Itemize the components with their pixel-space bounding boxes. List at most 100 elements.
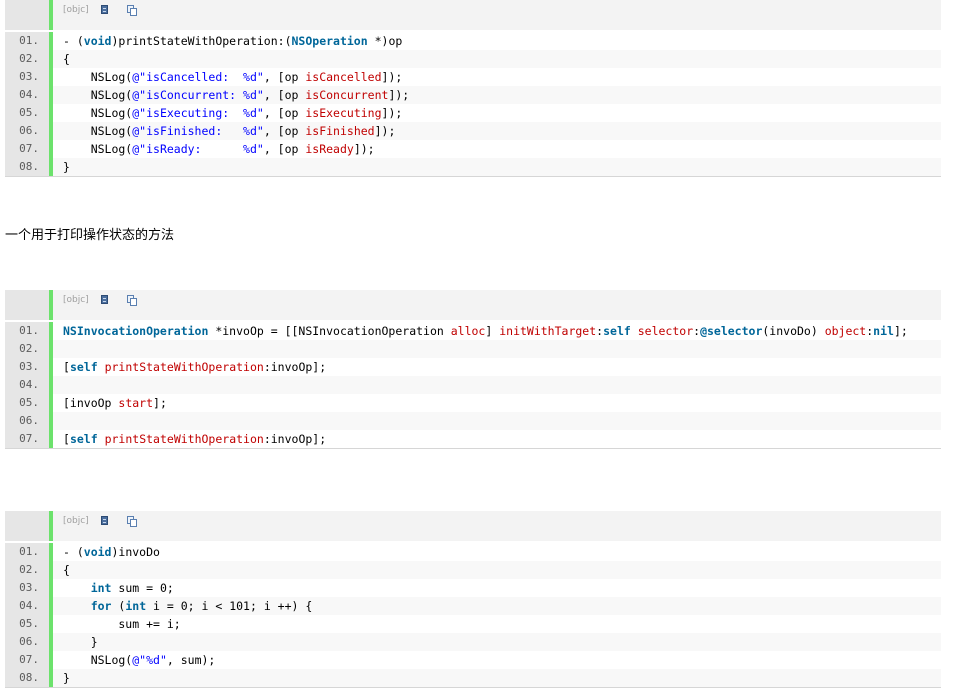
code-token: start (118, 396, 154, 410)
code-token: ]; (153, 396, 167, 410)
code-text: for (int i = 0; i < 101; i ++) { (53, 597, 941, 615)
code-line: 05. [invoOp start]; (5, 394, 941, 412)
code-token: )invoDo (111, 545, 160, 559)
code-token: sum += i; (63, 617, 181, 631)
gutter-bar (49, 0, 53, 30)
code-line: 08.} (5, 669, 941, 687)
code-token: NSLog( (63, 106, 133, 120)
view-source-icon[interactable] (101, 516, 108, 525)
code-token: :invoOp]; (263, 432, 327, 446)
language-label[interactable]: [objc] (63, 295, 89, 305)
code-token: } (63, 671, 70, 685)
code-text: NSLog(@"isFinished: %d", [op isFinished]… (53, 122, 941, 140)
code-text: NSLog(@"isExecuting: %d", [op isExecutin… (53, 104, 941, 122)
code-line: 07. [self printStateWithOperation:invoOp]… (5, 430, 941, 448)
code-token: ]); (381, 70, 403, 84)
code-text: { (53, 50, 941, 68)
copy-icon[interactable] (127, 5, 138, 16)
line-number: 06. (5, 633, 53, 651)
code-token: self (69, 360, 98, 374)
line-number: 02. (5, 50, 53, 68)
code-token: int (90, 581, 112, 595)
code-token: @"isExecuting: %d" (132, 106, 264, 120)
language-label[interactable]: [objc] (63, 516, 89, 526)
code-token: alloc (450, 324, 486, 338)
line-number: 01. (5, 32, 53, 50)
code-block-2: [objc] 01. NSInvocationOperation *invoOp … (5, 290, 941, 449)
caption-text: 一个用于打印操作状态的方法 (5, 228, 175, 243)
code-toolbar: [objc] (5, 290, 941, 320)
code-token: NSLog( (63, 653, 133, 667)
line-number: 01. (5, 543, 53, 561)
code-token: for (90, 599, 112, 613)
code-token: ( (111, 599, 126, 613)
line-number: 08. (5, 669, 53, 687)
code-line: 01. - (void)printStateWithOperation:(NSOp… (5, 32, 941, 50)
code-toolbar: [objc] (5, 511, 941, 541)
code-token: { (63, 563, 70, 577)
code-toolbar: [objc] (5, 0, 941, 30)
line-number: 03. (5, 358, 53, 376)
code-line: 05. sum += i; (5, 615, 941, 633)
code-token: ]); (388, 88, 410, 102)
code-text: NSLog(@"isCancelled: %d", [op isCancelle… (53, 68, 941, 86)
code-text: [self printStateWithOperation:invoOp]; (53, 358, 941, 376)
line-number: 07. (5, 651, 53, 669)
code-token: , [op (263, 106, 306, 120)
code-line: 07. NSLog(@"%d", sum); (5, 651, 941, 669)
language-label[interactable]: [objc] (63, 5, 89, 15)
line-number: 05. (5, 104, 53, 122)
code-line: 02. { (5, 561, 941, 579)
code-text: sum += i; (53, 615, 941, 633)
code-text: - (void)printStateWithOperation:(NSOpera… (53, 32, 941, 50)
code-line: 07. NSLog(@"isReady: %d", [op isReady]); (5, 140, 941, 158)
copy-icon[interactable] (127, 295, 138, 306)
code-lines: 01. NSInvocationOperation *invoOp = [[NSI… (5, 322, 941, 448)
code-token: void (83, 34, 112, 48)
code-token: isConcurrent (305, 88, 389, 102)
copy-icon[interactable] (127, 516, 138, 527)
line-number: 07. (5, 140, 53, 158)
line-number: 06. (5, 122, 53, 140)
code-token: NSLog( (63, 142, 133, 156)
code-token: nil (873, 324, 894, 338)
code-line: 03. NSLog(@"isCancelled: %d", [op isCanc… (5, 68, 941, 86)
view-source-icon[interactable] (101, 295, 108, 304)
line-number: 04. (5, 86, 53, 104)
code-token: :invoOp]; (263, 360, 327, 374)
code-token: , [op (263, 88, 306, 102)
code-text: int sum = 0; (53, 579, 941, 597)
code-text (53, 412, 941, 430)
code-token: printStateWithOperation (104, 360, 264, 374)
code-line: 06. (5, 412, 941, 430)
code-text: { (53, 561, 941, 579)
code-token: (invoDo) (762, 324, 825, 338)
view-source-icon[interactable] (101, 5, 108, 14)
code-token: NSOperation (291, 34, 368, 48)
code-token: [ (63, 432, 70, 446)
code-line: 04. NSLog(@"isConcurrent: %d", [op isCon… (5, 86, 941, 104)
code-token: NSLog( (63, 88, 133, 102)
code-text: } (53, 669, 941, 687)
code-token: NSLog( (63, 70, 133, 84)
code-text (53, 340, 941, 358)
code-token: object (824, 324, 867, 338)
code-token: [invoOp (63, 396, 119, 410)
line-number: 07. (5, 430, 53, 448)
code-token: isReady (305, 142, 354, 156)
code-token: ]); (374, 124, 396, 138)
code-token: isExecuting (305, 106, 382, 120)
code-text: [self printStateWithOperation:invoOp]; (53, 430, 941, 448)
line-number: 03. (5, 579, 53, 597)
code-token: void (83, 545, 112, 559)
code-token: } (63, 635, 98, 649)
code-token: @"%d" (132, 653, 167, 667)
line-number: 02. (5, 340, 53, 358)
line-number: 08. (5, 158, 53, 176)
code-token: ]; (893, 324, 908, 338)
code-token: initWithTarget (499, 324, 597, 338)
code-token: , [op (263, 124, 306, 138)
code-line: 04. for (int i = 0; i < 101; i ++) { (5, 597, 941, 615)
code-token: self (69, 432, 98, 446)
gutter-bar (49, 290, 53, 320)
